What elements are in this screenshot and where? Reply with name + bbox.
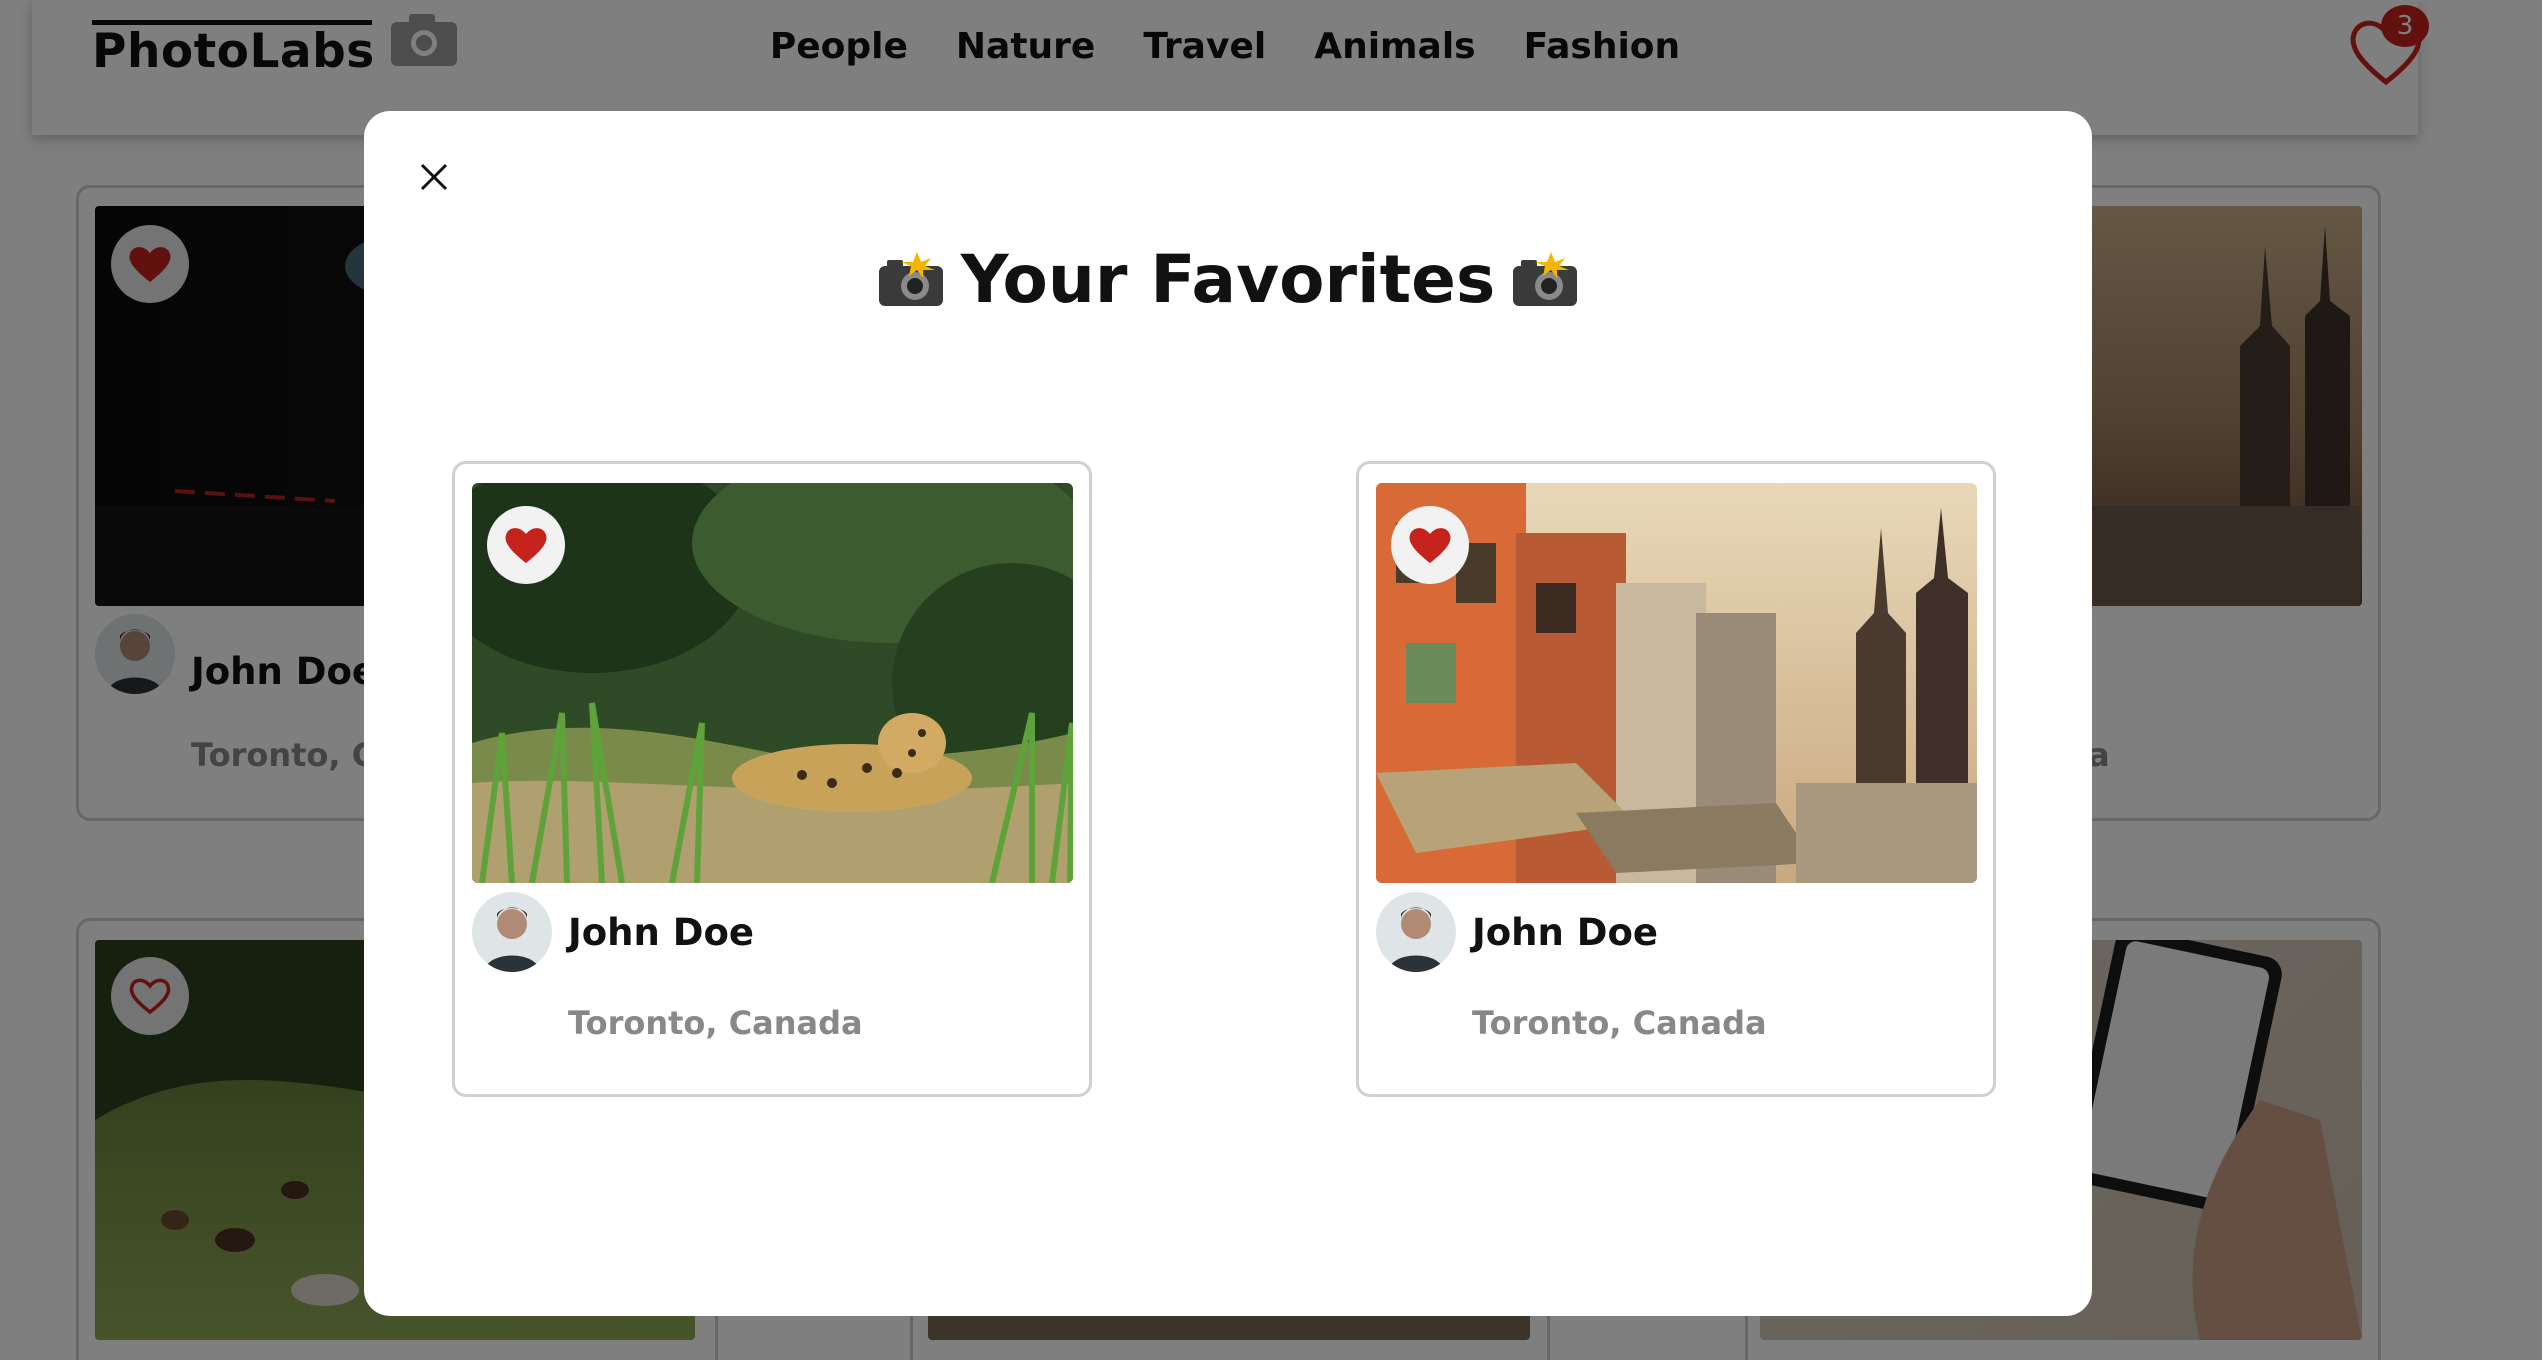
modal-title: Your Favorites (364, 241, 2092, 318)
photographer-name: John Doe (568, 911, 754, 954)
favorite-photo-card: John Doe Toronto, Canada (1356, 461, 1996, 1097)
heart-filled-icon (1409, 528, 1451, 563)
heart-filled-icon (505, 528, 547, 563)
favorite-heart-button[interactable] (487, 506, 565, 584)
close-icon[interactable] (408, 151, 460, 203)
photographer-location: Toronto, Canada (568, 1004, 863, 1042)
favorite-heart-button[interactable] (1391, 506, 1469, 584)
photographer-location: Toronto, Canada (1472, 1004, 1767, 1042)
modal-title-text: Your Favorites (960, 241, 1496, 318)
avatar (472, 892, 552, 972)
favorites-modal: Your Favorites John Doe Toronto, Canada … (364, 111, 2092, 1316)
favorite-photo-card: John Doe Toronto, Canada (452, 461, 1092, 1097)
photographer-name: John Doe (1472, 911, 1658, 954)
camera-flash-icon (878, 251, 943, 306)
avatar (1376, 892, 1456, 972)
camera-flash-icon (1513, 251, 1578, 306)
